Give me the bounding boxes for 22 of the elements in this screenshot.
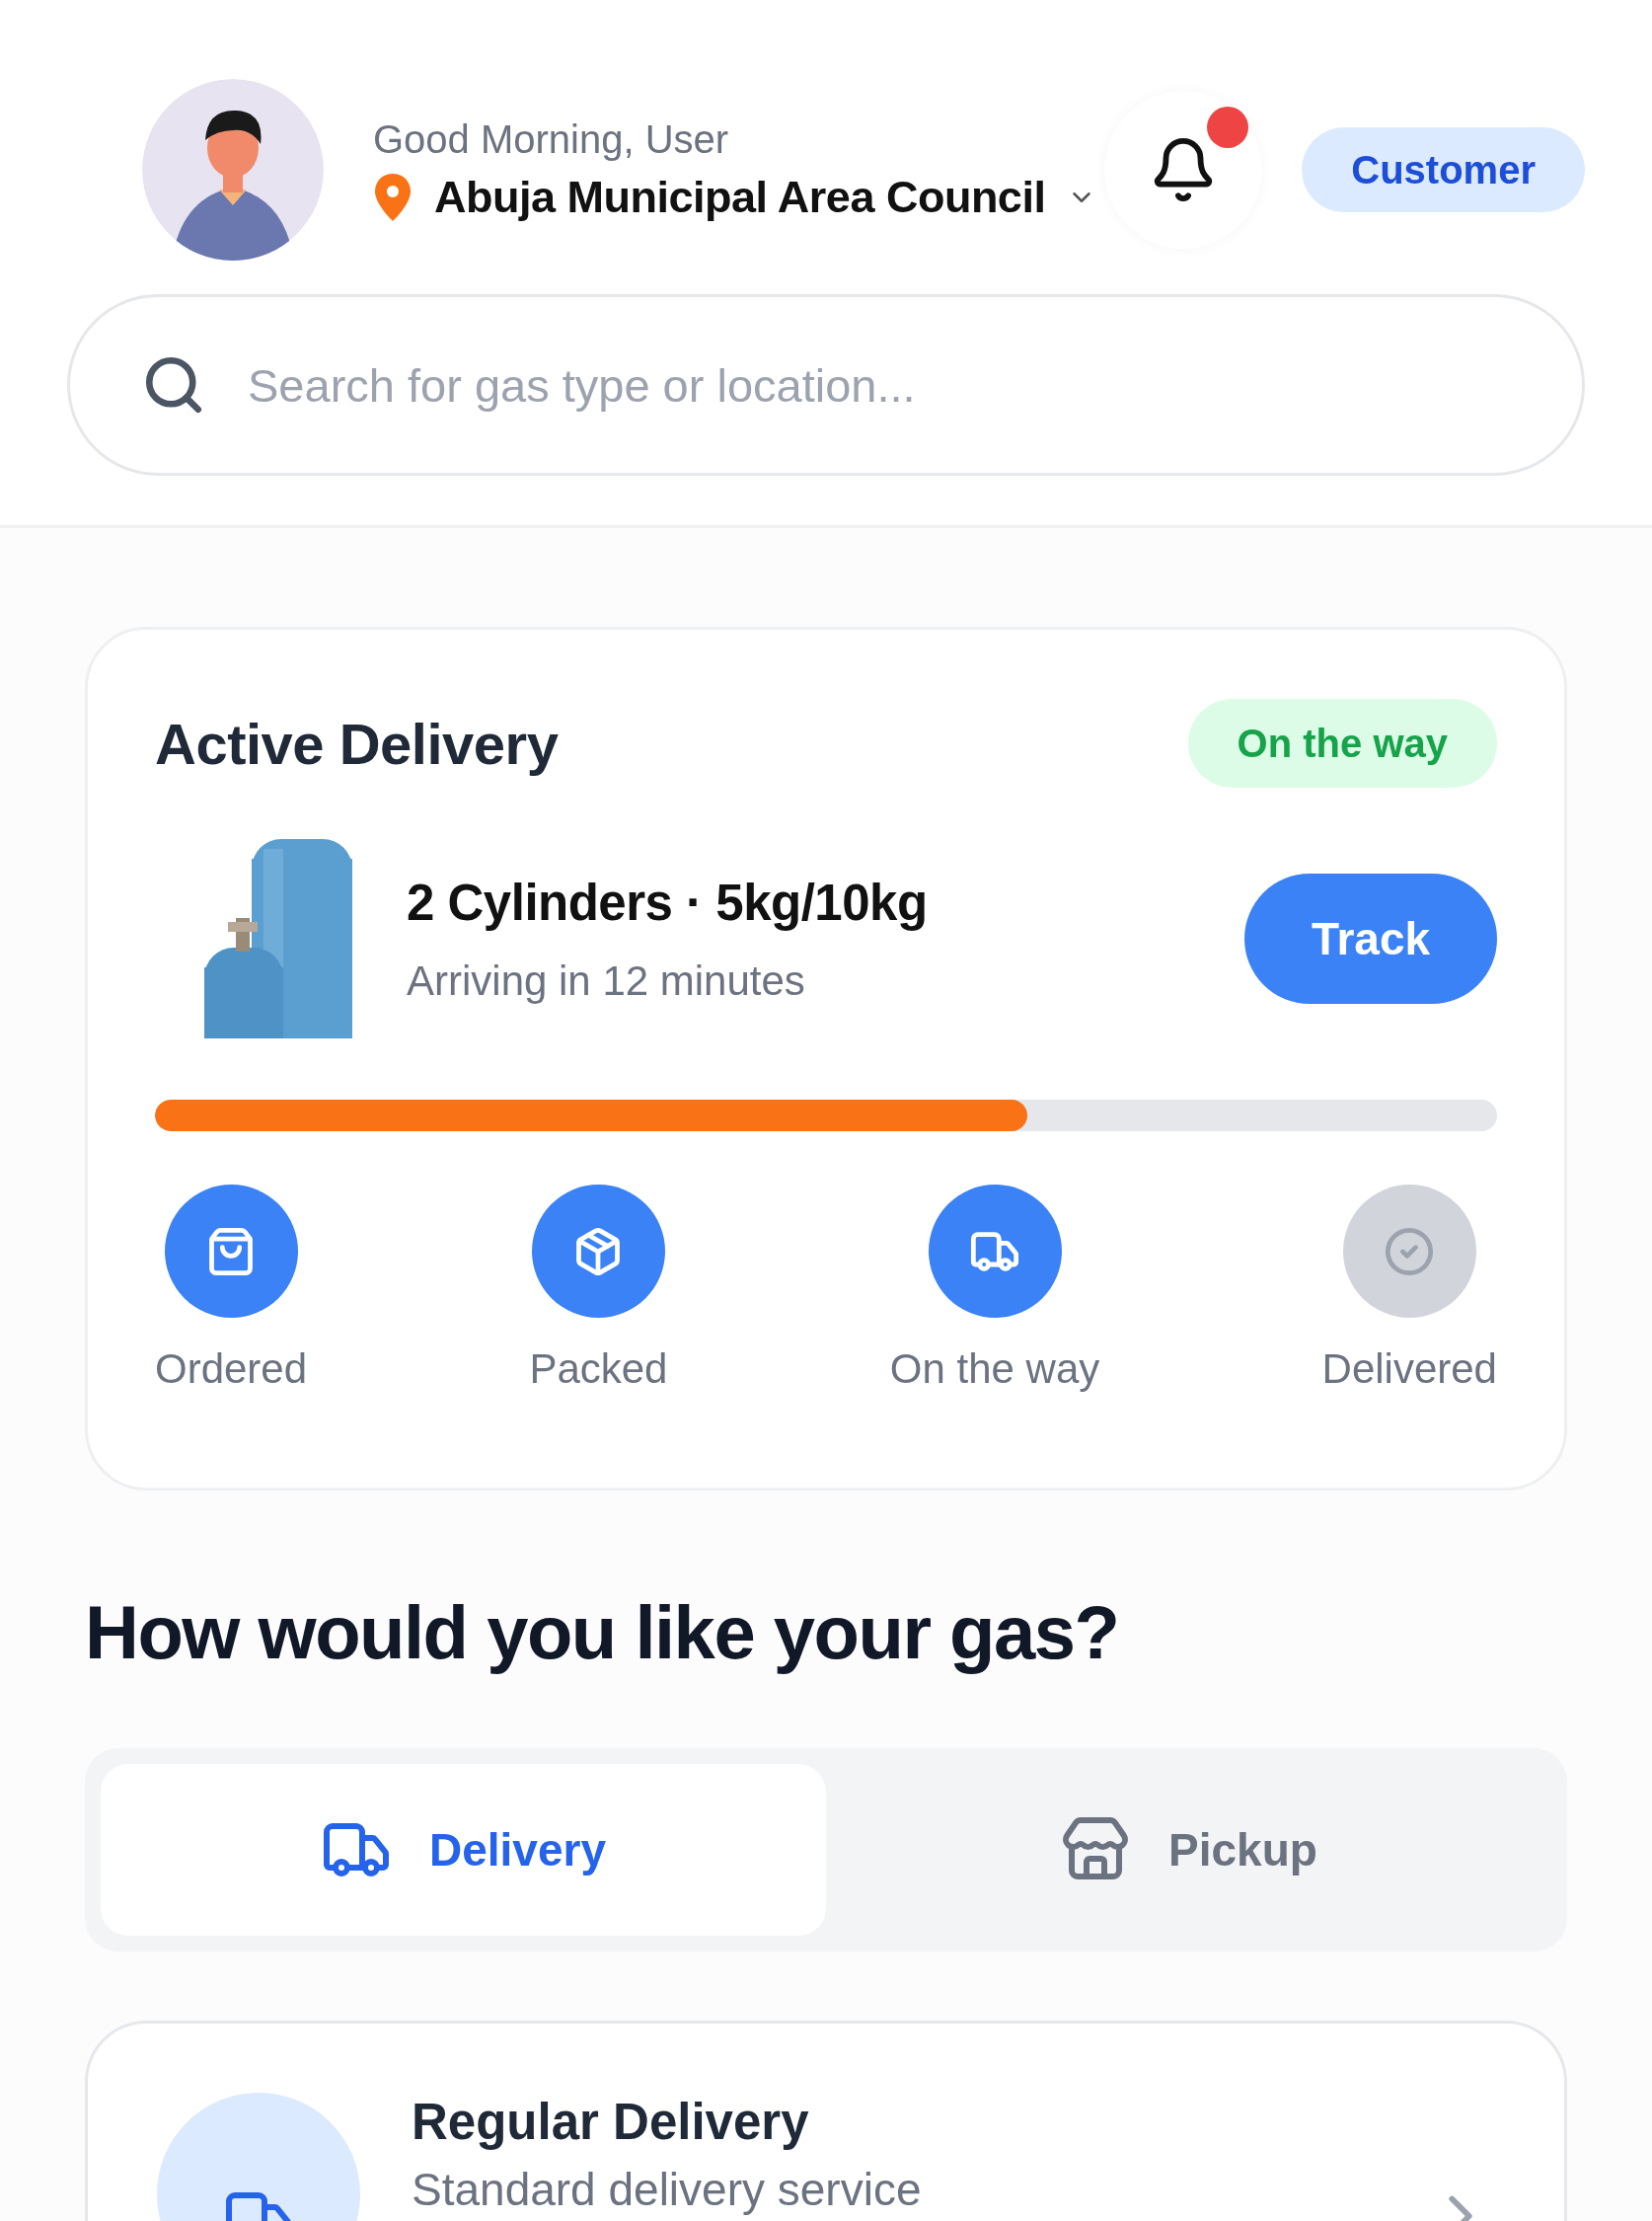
search-input[interactable]: Search for gas type or location... [246,356,1582,414]
eta-text: Arriving in 12 minutes [407,957,806,1005]
option-title: Regular Delivery [412,2093,810,2151]
track-button[interactable]: Track [1244,874,1497,1004]
step-label: Packed [529,1345,668,1393]
role-badge: Customer [1302,127,1585,212]
search-bar[interactable]: Search for gas type or location... [67,294,1585,476]
step-label: Delivered [1321,1345,1497,1393]
status-badge: On the way [1187,699,1497,788]
step-label: Ordered [155,1345,308,1393]
step-label: On the way [889,1345,1100,1393]
check-circle-icon [1384,1225,1436,1277]
delivery-option-card[interactable]: Regular Delivery Standard delivery service [85,2021,1567,2221]
section-heading: How would you like your gas? [85,1589,1120,1675]
mode-tab[interactable]: Pickup [826,1764,1551,1936]
mode-tab[interactable]: Delivery [101,1764,826,1936]
location-pin-icon [373,171,413,223]
location-text[interactable]: Abuja Municipal Area Council [434,171,1046,223]
card-title: Active Delivery [155,710,559,777]
greeting-text: Good Morning, User [373,116,730,162]
order-summary: 2 Cylinders · 5kg/10kg [407,873,929,932]
option-subtitle: Standard delivery service [412,2163,923,2216]
